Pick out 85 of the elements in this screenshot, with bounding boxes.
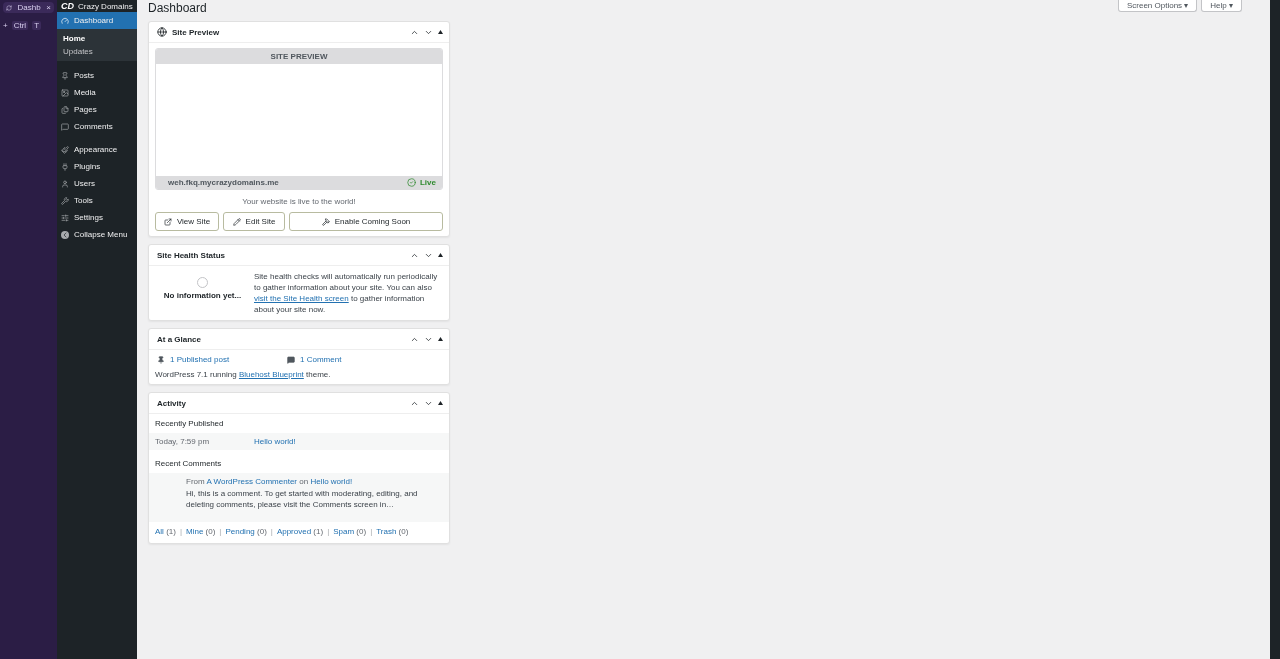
top-button[interactable]: Screen Options ▾ <box>1117 0 1198 12</box>
pin-icon <box>157 355 165 364</box>
health-description: Site health checks will automatically run periodically to gather information about your site. You can also visit the Site Health screen to gather information about your site now. <box>254 271 439 315</box>
separator: | <box>179 527 182 536</box>
speech-bubble-icon <box>287 355 295 364</box>
page-title: Dashboard <box>148 1 207 15</box>
collapse-icon <box>61 230 69 239</box>
browser-tab[interactable]: Dashb × <box>3 2 54 13</box>
menu-item[interactable]: Users <box>57 175 137 192</box>
close-icon[interactable]: × <box>46 3 51 12</box>
menu-item[interactable]: Settings <box>57 209 137 226</box>
version-text: WordPress 7.1 running Bluehost Blueprint theme. <box>155 370 332 379</box>
external-link-icon <box>163 217 172 226</box>
pin-icon <box>61 71 69 80</box>
toggle-panel-icon[interactable] <box>438 30 443 34</box>
hammer-icon <box>321 217 330 226</box>
menu-item[interactable]: Pages <box>57 101 137 118</box>
action-button[interactable]: Edit Site <box>223 212 285 231</box>
author-link[interactable]: A WordPress Commenter <box>206 477 297 486</box>
post-link[interactable]: Hello world! <box>254 437 443 446</box>
shortcut-key: T <box>32 21 41 30</box>
post-date: Today, 7:59 pm <box>155 437 211 446</box>
menu-item[interactable]: Media <box>57 84 137 101</box>
loading-icon <box>6 4 12 11</box>
shortcut-key: Ctrl <box>11 21 29 30</box>
dashboard-icon <box>61 16 69 25</box>
comment-meta: From A WordPress Commenter on Hello world! <box>186 477 354 486</box>
sliders-icon <box>61 213 69 222</box>
separator: | <box>327 527 330 536</box>
pages-icon <box>61 105 69 114</box>
filter-link[interactable]: Mine (0) <box>186 527 216 536</box>
speech-bubble-icon <box>61 122 69 131</box>
menu-item[interactable]: Plugins <box>57 158 137 175</box>
plug-icon <box>61 162 69 171</box>
live-message: Your website is live to the world! <box>241 197 357 206</box>
tab-title: Dashb <box>17 3 41 12</box>
action-button[interactable]: Enable Coming Soon <box>289 212 443 231</box>
section-heading: Recently Published <box>154 418 225 430</box>
toggle-panel-icon[interactable] <box>438 253 443 257</box>
filter-link[interactable]: Spam (0) <box>333 527 367 536</box>
filter-link[interactable]: Approved (1) <box>276 527 324 536</box>
collapse-menu[interactable]: Collapse Menu <box>57 226 137 243</box>
menu-item[interactable]: Dashboard <box>57 12 137 29</box>
user-icon <box>61 179 69 188</box>
paintbrush-icon <box>61 145 69 154</box>
separator: | <box>219 527 222 536</box>
filter-link[interactable]: All (1) <box>155 527 176 536</box>
menu-item[interactable]: Appearance <box>57 141 137 158</box>
globe-icon <box>157 27 167 37</box>
site-url: weh.fkq.mycrazydomains.me <box>168 178 279 187</box>
separator: | <box>270 527 273 536</box>
submenu-item[interactable]: Home <box>57 32 137 45</box>
wrench-icon <box>61 196 69 205</box>
toggle-panel-icon[interactable] <box>438 401 443 405</box>
action-button[interactable]: View Site <box>155 212 219 231</box>
health-status: No information yet... <box>163 291 242 300</box>
brand-name: Crazy Domains <box>78 1 133 11</box>
live-status: Live <box>420 178 436 187</box>
card-title: Site Preview <box>172 27 221 37</box>
glance-link[interactable]: 1 Published post <box>155 355 285 364</box>
menu-item[interactable]: Tools <box>57 192 137 209</box>
logo: CD <box>61 1 74 11</box>
site-health-link[interactable]: visit the Site Health screen <box>254 294 349 303</box>
card-title: Site Health Status <box>157 250 226 260</box>
toggle-panel-icon[interactable] <box>438 337 443 341</box>
comment-text: Hi, this is a comment. To get started with moderating, editing, and deleting comments, please visit the Comments screen in… <box>186 488 419 510</box>
card-title: Activity <box>157 398 187 408</box>
filter-link[interactable]: Trash (0) <box>376 527 409 536</box>
check-icon <box>407 178 416 187</box>
top-button[interactable]: Help ▾ <box>1201 0 1242 12</box>
new-tab-button[interactable]: + <box>3 21 8 30</box>
separator: | <box>370 527 373 536</box>
card-title: At a Glance <box>157 334 202 344</box>
glance-link[interactable]: 1 Comment <box>285 355 443 364</box>
menu-item[interactable]: Comments <box>57 118 137 135</box>
post-link[interactable]: Hello world! <box>310 477 353 486</box>
submenu-item[interactable]: Updates <box>57 45 137 58</box>
theme-link[interactable]: Bluehost Blueprint <box>238 370 304 379</box>
scrollbar[interactable] <box>1270 0 1280 659</box>
section-heading: Recent Comments <box>154 458 223 470</box>
filter-link[interactable]: Pending (0) <box>225 527 267 536</box>
pencil-icon <box>232 217 241 226</box>
image-icon <box>61 88 69 97</box>
menu-item[interactable]: Posts <box>57 67 137 84</box>
preview-header: SITE PREVIEW <box>156 49 442 64</box>
